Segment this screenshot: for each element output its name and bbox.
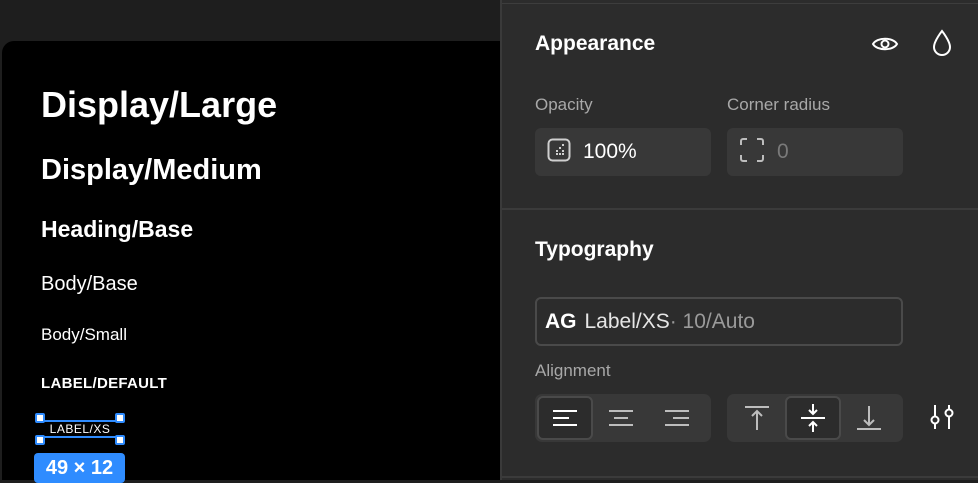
resize-handle-bottom-left[interactable] <box>35 435 45 445</box>
corner-radius-field[interactable]: 0 <box>727 128 903 176</box>
resize-handle-top-left[interactable] <box>35 413 45 423</box>
appearance-title: Appearance <box>535 32 656 55</box>
align-right-button[interactable] <box>649 396 705 440</box>
resize-handle-top-right[interactable] <box>115 413 125 423</box>
opacity-grid-icon <box>547 138 571 167</box>
section-divider <box>502 208 978 210</box>
font-style-name: Label/XS <box>584 309 670 333</box>
text-style-display-large[interactable]: Display/Large <box>41 84 277 126</box>
font-style-meta: · 10/Auto <box>669 309 755 333</box>
font-style-selector[interactable]: AG Label/XS · 10/Auto <box>535 297 903 346</box>
text-style-label-default[interactable]: LABEL/DEFAULT <box>41 375 167 392</box>
corner-radius-label: Corner radius <box>727 95 830 114</box>
dimensions-badge: 49 × 12 <box>34 453 125 483</box>
drop-icon[interactable] <box>930 28 954 58</box>
horizontal-alignment-group <box>535 394 711 442</box>
panel-top-border <box>502 3 978 4</box>
text-style-display-medium[interactable]: Display/Medium <box>41 154 262 187</box>
selection-border-top <box>42 420 118 422</box>
align-bottom-button[interactable] <box>841 396 897 440</box>
properties-panel: Appearance Opacity Corner radius 100% 0 … <box>500 0 978 480</box>
font-prefix: AG <box>545 309 577 333</box>
opacity-label: Opacity <box>535 95 593 114</box>
selected-layer-text: LABEL/XS <box>49 422 111 436</box>
text-style-body-small[interactable]: Body/Small <box>41 325 127 345</box>
selected-text-layer[interactable]: LABEL/XS <box>35 413 125 445</box>
opacity-value: 100% <box>583 140 637 163</box>
typography-settings-icon[interactable] <box>927 402 957 432</box>
text-style-heading-base[interactable]: Heading/Base <box>41 216 193 243</box>
align-top-button[interactable] <box>729 396 785 440</box>
alignment-label: Alignment <box>535 361 611 380</box>
resize-handle-bottom-right[interactable] <box>115 435 125 445</box>
corner-radius-icon <box>739 137 765 168</box>
vertical-alignment-group <box>727 394 903 442</box>
align-center-button[interactable] <box>593 396 649 440</box>
section-divider-bottom <box>502 476 978 478</box>
eye-icon[interactable] <box>870 30 900 58</box>
selection-border-bottom <box>42 436 118 438</box>
corner-radius-value: 0 <box>777 140 789 163</box>
align-middle-button[interactable] <box>785 396 841 440</box>
text-style-body-base[interactable]: Body/Base <box>41 273 138 296</box>
opacity-field[interactable]: 100% <box>535 128 711 176</box>
typography-title: Typography <box>535 238 654 261</box>
align-left-button[interactable] <box>537 396 593 440</box>
